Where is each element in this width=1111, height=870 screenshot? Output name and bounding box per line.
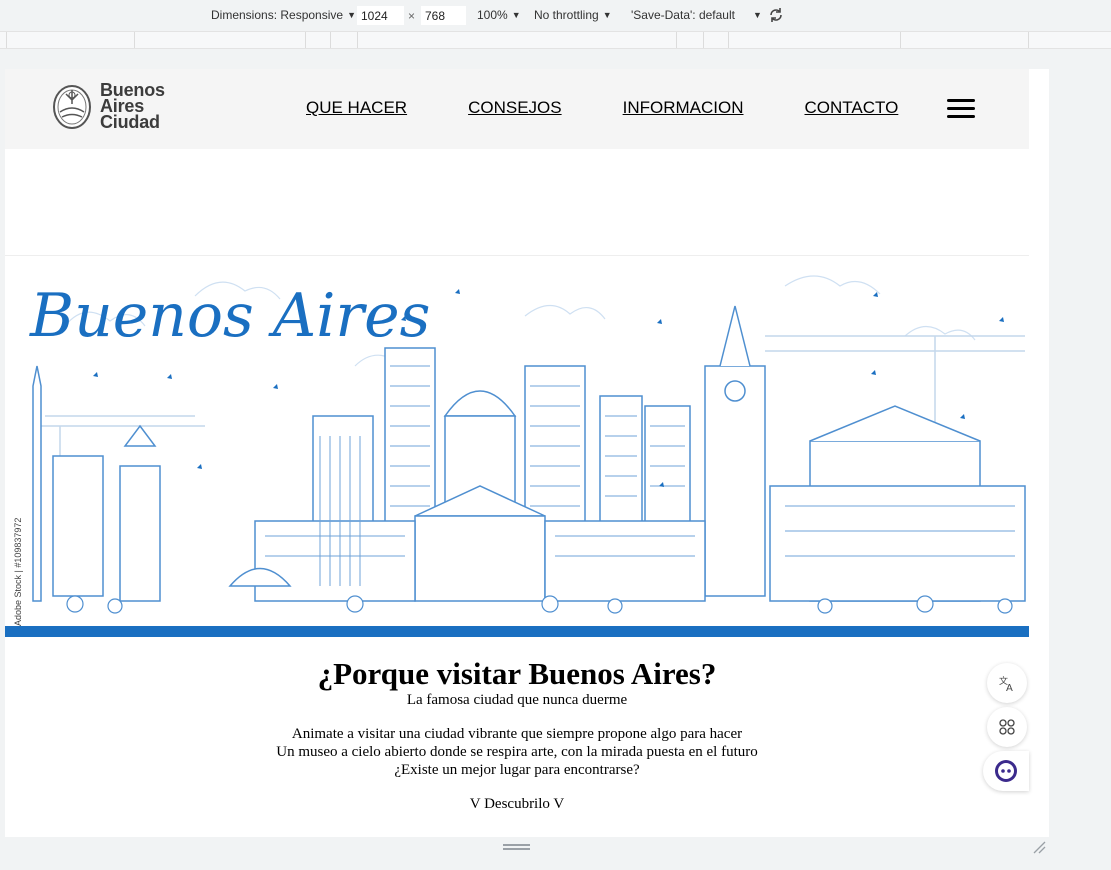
throttling-label: No throttling xyxy=(534,8,599,22)
intro-line-3: ¿Existe un mejor lugar para encontrarse? xyxy=(394,762,640,778)
save-data-dropdown[interactable]: 'Save-Data': default ▼ xyxy=(631,8,762,22)
hero-title: Buenos Aires xyxy=(29,281,430,351)
times-label: × xyxy=(408,9,416,23)
chevron-down-icon: ▼ xyxy=(752,10,762,20)
assistant-icon[interactable] xyxy=(983,751,1029,791)
chevron-down-icon: ▼ xyxy=(511,10,521,20)
resize-corner-icon[interactable] xyxy=(1032,840,1046,854)
site-header: Buenos Aires Ciudad QUE HACER CONSEJOS I… xyxy=(5,69,1029,149)
width-input[interactable]: 1024 xyxy=(357,6,404,25)
resize-handle-bottom[interactable] xyxy=(503,844,530,850)
city-seal-icon xyxy=(53,85,91,129)
chevron-down-icon: ▼ xyxy=(347,10,356,20)
intro-line-2: Un museo a cielo abierto donde se respir… xyxy=(276,744,758,760)
zoom-dropdown[interactable]: 100% ▼ xyxy=(477,8,521,22)
save-data-label: 'Save-Data': default xyxy=(631,8,735,22)
media-query-ruler xyxy=(0,31,1111,49)
dimensions-label: Dimensions: Responsive xyxy=(211,8,344,22)
rotate-icon[interactable] xyxy=(767,6,785,24)
site-logo[interactable]: Buenos Aires Ciudad xyxy=(52,81,165,132)
chevron-down-icon: ▼ xyxy=(602,10,612,20)
discover-link[interactable]: V Descubrilo V xyxy=(5,795,1029,813)
nav-link-consejos[interactable]: CONSEJOS xyxy=(468,98,562,118)
apps-icon[interactable] xyxy=(987,707,1027,747)
nav-link-contacto[interactable]: CONTACTO xyxy=(805,98,899,118)
page-title: ¿Porque visitar Buenos Aires? xyxy=(317,656,717,691)
logo-line-3: Ciudad xyxy=(100,112,160,132)
devtools-device-toolbar: Dimensions: Responsive ▼ 1024 × 768 100%… xyxy=(0,0,1111,31)
svg-text:A: A xyxy=(1006,683,1013,692)
page-subtitle: La famosa ciudad que nunca duerme xyxy=(406,692,628,708)
page-viewport: Buenos Aires Ciudad QUE HACER CONSEJOS I… xyxy=(5,69,1049,837)
hero-skyline-image: Buenos Aires Adobe Stock | #109837972 xyxy=(5,255,1029,637)
hamburger-menu-icon[interactable] xyxy=(947,99,975,121)
main-nav: QUE HACER CONSEJOS INFORMACION CONTACTO xyxy=(306,98,959,118)
nav-link-que-hacer[interactable]: QUE HACER xyxy=(306,98,407,118)
dimensions-dropdown[interactable]: Dimensions: Responsive ▼ xyxy=(211,8,356,22)
throttling-dropdown[interactable]: No throttling ▼ xyxy=(534,8,612,22)
intro-section: ¿Porque visitar Buenos Aires? La famosa … xyxy=(5,657,1029,813)
zoom-label: 100% xyxy=(477,8,508,22)
height-input[interactable]: 768 xyxy=(421,6,466,25)
intro-line-1: Animate a visitar una ciudad vibrante qu… xyxy=(291,726,743,742)
logo-text: Buenos Aires Ciudad xyxy=(100,81,165,132)
nav-link-informacion[interactable]: INFORMACION xyxy=(623,98,744,118)
translate-icon[interactable]: 文A xyxy=(987,663,1027,703)
hero-watermark: Adobe Stock | #109837972 xyxy=(13,518,23,626)
intro-paragraph: Animate a visitar una ciudad vibrante qu… xyxy=(5,725,1029,779)
